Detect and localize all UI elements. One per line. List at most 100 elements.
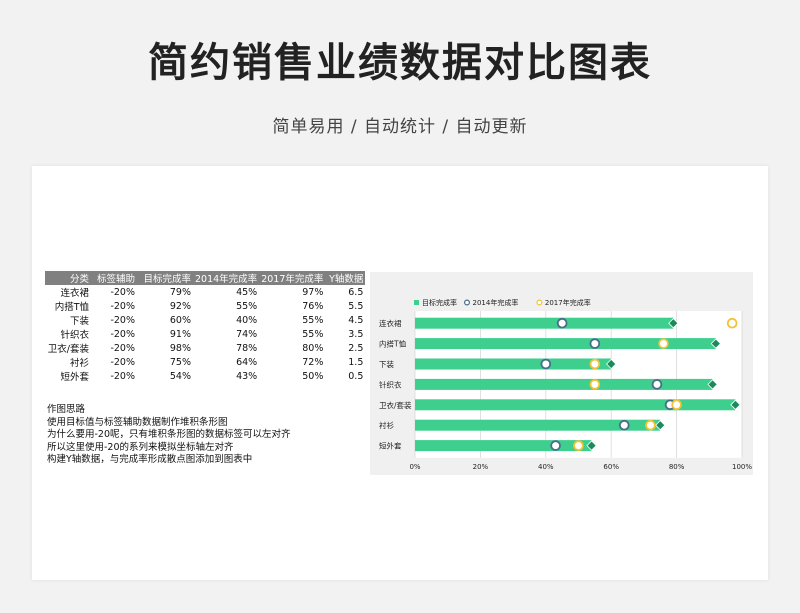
table-row: 卫衣/套装 -20% 98% 78% 80% 2.5	[45, 341, 365, 356]
point-2017	[671, 399, 682, 411]
table-header-row: 分类 标签辅助 目标完成率 2014年完成率 2017年完成率 Y轴数据	[45, 271, 366, 285]
header-2017-rate: 2017年完成率	[259, 271, 326, 285]
point-2014	[589, 338, 601, 349]
table-cell: -20%	[110, 370, 135, 382]
table-cell: 91%	[169, 328, 191, 340]
table-cell: 5.5	[348, 300, 364, 312]
table-cell: 连衣裙	[60, 288, 89, 299]
header-label-helper: 标签辅助	[91, 271, 137, 285]
table-cell: 60%	[169, 314, 191, 326]
table-cell: 78%	[236, 342, 258, 354]
point-2014	[556, 317, 568, 329]
data-table: 分类 标签辅助 目标完成率 2014年完成率 2017年完成率 Y轴数据 连衣裙…	[45, 271, 366, 384]
table-row: 下装 -20% 60% 40% 55% 4.5	[45, 313, 365, 328]
point-2014	[618, 419, 630, 431]
legend-marker	[463, 299, 470, 306]
table-cell: 衬衫	[69, 358, 89, 369]
table-cell: 64%	[236, 356, 258, 368]
table-cell: 75%	[169, 356, 191, 368]
bar	[415, 399, 736, 411]
table-row: 短外套 -20% 54% 43% 50% 0.5	[45, 369, 365, 384]
point-2017	[589, 379, 601, 390]
x-tick-label: 80%	[669, 463, 685, 471]
bar	[415, 317, 674, 329]
table-cell: 内搭T恤	[54, 302, 89, 313]
table-cell: 55%	[236, 300, 258, 312]
table-cell: 50%	[302, 370, 324, 382]
table-row: 连衣裙 -20% 79% 45% 97% 6.5	[45, 285, 365, 300]
point-2014	[540, 358, 552, 370]
legend-label: 目标完成率	[422, 298, 457, 307]
notes-line: 为什么要用-20呢，只有堆积条形图的数据标签可以左对齐	[47, 429, 291, 440]
table-cell: 98%	[169, 342, 191, 354]
table-cell: -20%	[110, 286, 135, 298]
legend-marker	[414, 300, 419, 305]
table-cell: -20%	[110, 328, 135, 340]
page-subtitle: 简单易用 / 自动统计 / 自动更新	[272, 117, 528, 137]
notes-block: 作图思路 使用目标值与标签辅助数据制作堆积条形图 为什么要用-20呢，只有堆积条…	[47, 404, 291, 467]
category-label: 针织衣	[379, 379, 402, 389]
table-row: 内搭T恤 -20% 92% 55% 76% 5.5	[45, 299, 365, 314]
legend-marker	[536, 299, 543, 306]
table-cell: 4.5	[348, 314, 364, 326]
page-title: 简约销售业绩数据对比图表	[148, 40, 652, 86]
table-cell: 97%	[302, 286, 324, 298]
bar	[415, 338, 716, 350]
table-cell: -20%	[110, 342, 135, 354]
notes-line: 所以这里使用-20的系列来模拟坐标轴左对齐	[47, 441, 234, 453]
header-y-axis-data: Y轴数据	[325, 271, 366, 285]
table-cell: 79%	[169, 286, 191, 298]
category-label: 短外套	[379, 441, 402, 451]
point-2017	[645, 419, 656, 431]
header-category: 分类	[45, 271, 91, 285]
x-tick-label: 100%	[732, 463, 752, 471]
x-tick-label: 0%	[409, 463, 420, 471]
point-2017	[726, 317, 738, 329]
table-cell: 45%	[236, 286, 258, 298]
table-cell: -20%	[110, 314, 135, 326]
table-row: 衬衫 -20% 75% 64% 72% 1.5	[45, 355, 365, 370]
table-cell: 74%	[236, 328, 258, 340]
table-cell: 短外套	[60, 372, 89, 383]
header-2014-rate: 2014年完成率	[193, 271, 260, 285]
table-cell: 92%	[169, 300, 191, 312]
notes-heading: 作图思路	[47, 404, 86, 415]
table-cell: 55%	[302, 314, 324, 326]
point-2017	[658, 338, 669, 349]
table-cell: 3.5	[348, 328, 364, 340]
point-2017	[573, 440, 584, 451]
table-cell: 0.5	[348, 370, 364, 382]
table-cell: -20%	[110, 300, 135, 312]
bar	[415, 440, 592, 452]
x-tick-label: 40%	[538, 463, 554, 471]
table-cell: 43%	[236, 370, 258, 382]
x-tick-label: 20%	[473, 463, 489, 471]
legend-label: 2017年完成率	[545, 298, 591, 307]
table-cell: -20%	[110, 356, 135, 368]
category-label: 衬衫	[379, 420, 394, 430]
table-cell: 1.5	[348, 356, 364, 368]
header-target-rate: 目标完成率	[137, 271, 193, 285]
bar	[415, 358, 612, 370]
table-cell: 80%	[302, 342, 324, 354]
table-cell: 2.5	[348, 342, 364, 354]
content-card: 分类 标签辅助 目标完成率 2014年完成率 2017年完成率 Y轴数据 连衣裙…	[32, 166, 768, 580]
category-label: 下装	[379, 359, 394, 369]
table-cell: 55%	[302, 328, 324, 340]
point-2014	[651, 379, 663, 390]
legend-label: 2014年完成率	[473, 298, 519, 307]
table-cell: 针织衣	[60, 330, 89, 341]
point-2014	[550, 440, 561, 451]
table-cell: 下装	[69, 316, 89, 327]
notes-line: 构建Y轴数据，与完成率形成散点图添加到图表中	[47, 454, 253, 465]
table-cell: 72%	[302, 356, 324, 368]
category-label: 内搭T恤	[379, 339, 407, 349]
table-cell: 76%	[302, 300, 324, 312]
table-cell: 6.5	[348, 286, 364, 298]
category-label: 卫衣/套装	[379, 400, 412, 410]
notes-line: 使用目标值与标签辅助数据制作堆积条形图	[47, 416, 228, 428]
category-label: 连衣裙	[379, 318, 402, 328]
table-row: 针织衣 -20% 91% 74% 55% 3.5	[45, 327, 365, 342]
table-cell: 卫衣/套装	[47, 344, 89, 355]
x-tick-label: 60%	[603, 463, 619, 471]
